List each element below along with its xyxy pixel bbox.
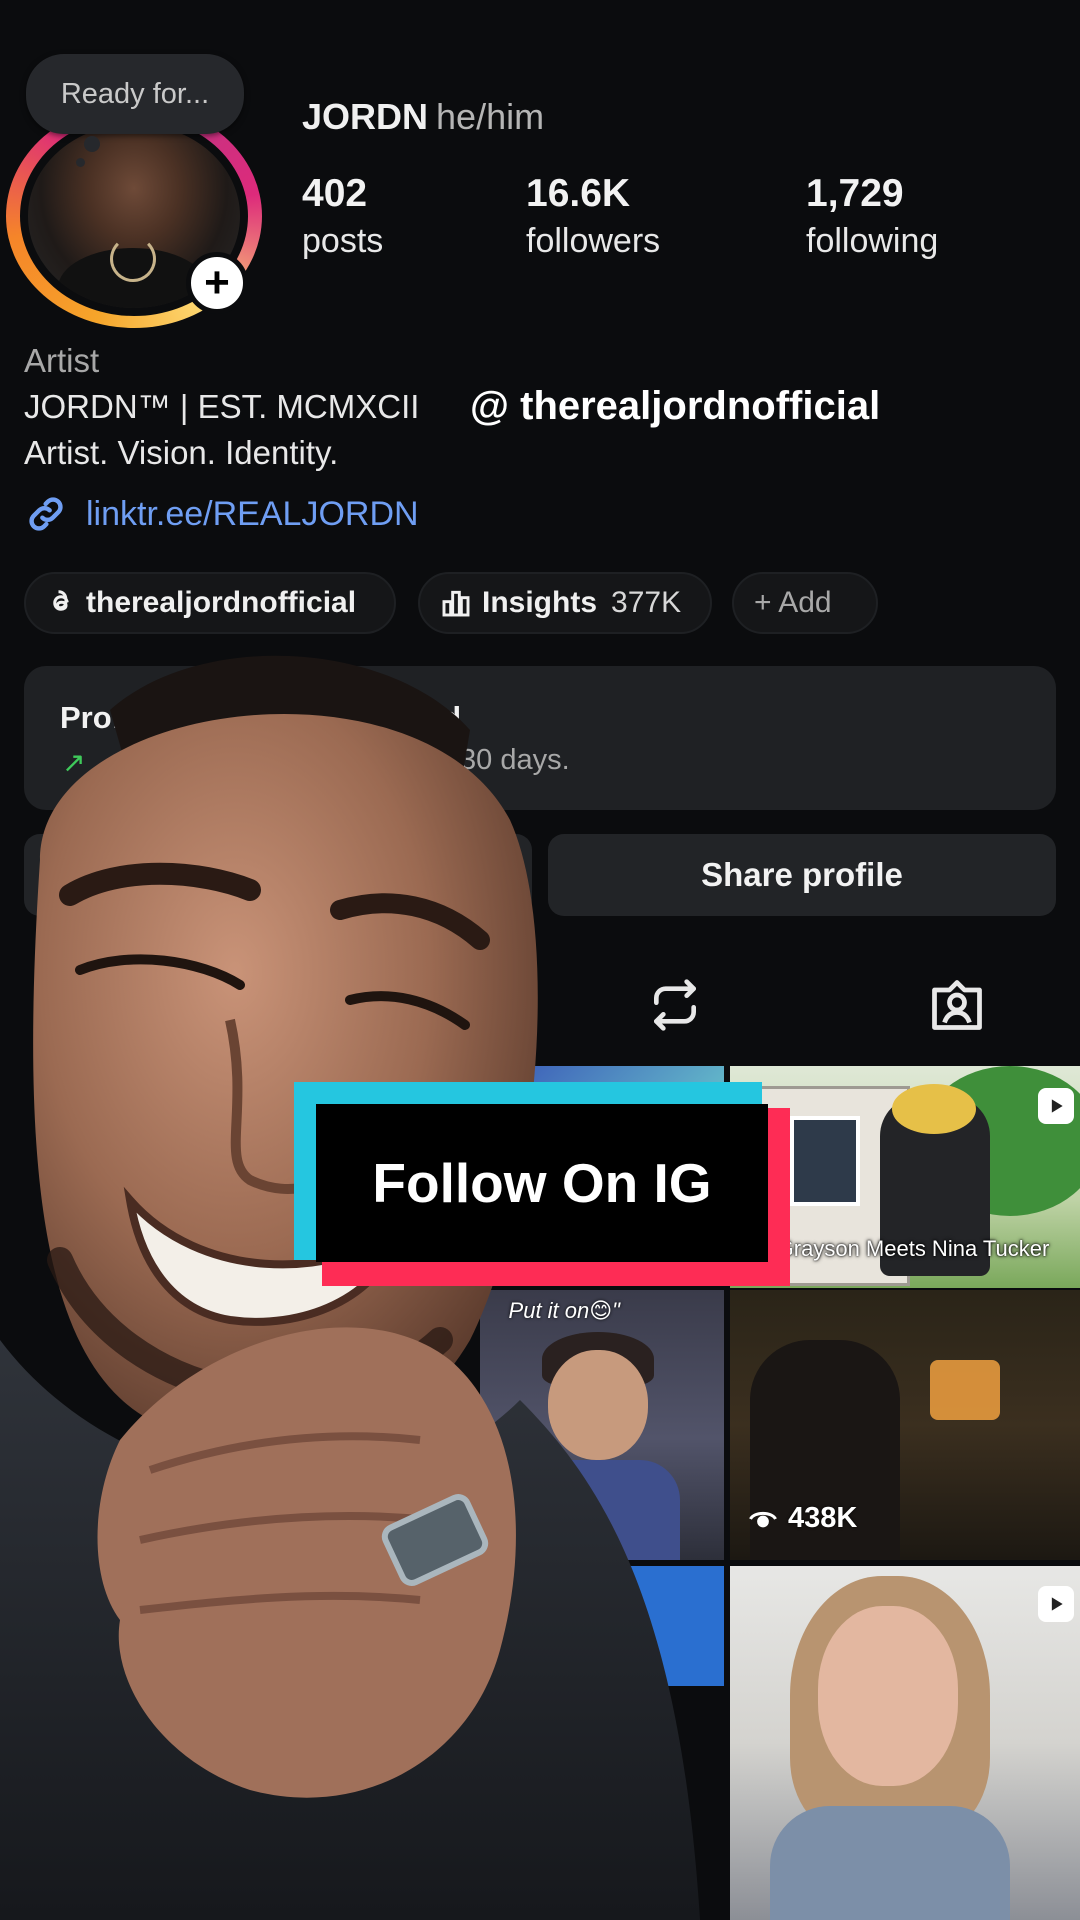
- stat-followers-value: 16.6K: [526, 172, 631, 215]
- bio-line-1: JORDN™ | EST. MCMXCII: [24, 388, 420, 425]
- add-story-button[interactable]: +: [186, 252, 248, 314]
- insights-chip[interactable]: Insights 377K: [418, 572, 712, 634]
- bio-line-2: Artist. Vision. Identity.: [24, 434, 339, 471]
- bio-link-text: linktr.ee/REALJORDN: [86, 494, 419, 533]
- follow-on-ig-sticker: Follow On IG: [316, 1104, 768, 1262]
- play-views-icon: [749, 1511, 777, 1527]
- note-tail-dot-small: [76, 158, 85, 167]
- insights-chip-value: 377K: [611, 586, 682, 619]
- stat-followers-label: followers: [526, 222, 661, 260]
- thumb-lamp: [930, 1360, 1000, 1420]
- stat-following[interactable]: 1,729 following: [806, 170, 938, 264]
- profile-category: Artist: [24, 342, 100, 379]
- pronouns: he/him: [436, 96, 545, 137]
- add-chip-label: + Add: [754, 586, 832, 619]
- stat-following-value: 1,729: [806, 172, 904, 215]
- insights-chip-label: Insights: [482, 586, 598, 619]
- grid-reel-thumbnail-woman[interactable]: [730, 1566, 1080, 1920]
- stat-following-label: following: [806, 222, 939, 260]
- avatar-chain: [110, 236, 156, 282]
- reel-caption: Grayson Meets Nina Tucker: [776, 1236, 1050, 1261]
- reel-view-count: 438K: [748, 1502, 857, 1535]
- follow-on-ig-text: Follow On IG: [372, 1152, 712, 1214]
- reel-view-count-value: 438K: [788, 1502, 858, 1534]
- overlay-handle-text: @ therealjordnofficial: [470, 384, 881, 428]
- threads-icon: [53, 590, 69, 611]
- tagged-person-icon: [932, 980, 982, 1030]
- thumb-window: [790, 1116, 860, 1206]
- bio-link[interactable]: linktr.ee/REALJORDN: [24, 492, 419, 536]
- note-tail-dot: [84, 136, 100, 152]
- link-icon: [29, 497, 63, 531]
- tab-tagged[interactable]: [922, 970, 992, 1040]
- profile-name: JORDN he/him: [302, 96, 544, 138]
- reel-play-icon-2: [1038, 1586, 1074, 1622]
- add-chip[interactable]: + Add: [732, 572, 878, 634]
- note-bubble[interactable]: Ready for...: [26, 54, 244, 167]
- reel-play-icon: [1038, 1088, 1074, 1124]
- bar-chart-icon: [442, 590, 470, 617]
- note-text: Ready for...: [60, 77, 210, 110]
- threads-chip[interactable]: therealjordnofficial: [24, 572, 396, 634]
- share-profile-label: Share profile: [701, 856, 903, 893]
- thumb-character-hair: [892, 1084, 976, 1134]
- stat-posts-value: 402: [302, 172, 368, 215]
- username: JORDN: [302, 96, 429, 137]
- stat-posts[interactable]: 402 posts: [302, 170, 383, 264]
- stat-followers[interactable]: 16.6K followers: [526, 170, 660, 264]
- stat-posts-label: posts: [302, 222, 384, 260]
- thumb-woman-top: [770, 1806, 1010, 1920]
- thumb-woman-face: [818, 1606, 958, 1786]
- threads-chip-label: therealjordnofficial: [86, 586, 357, 619]
